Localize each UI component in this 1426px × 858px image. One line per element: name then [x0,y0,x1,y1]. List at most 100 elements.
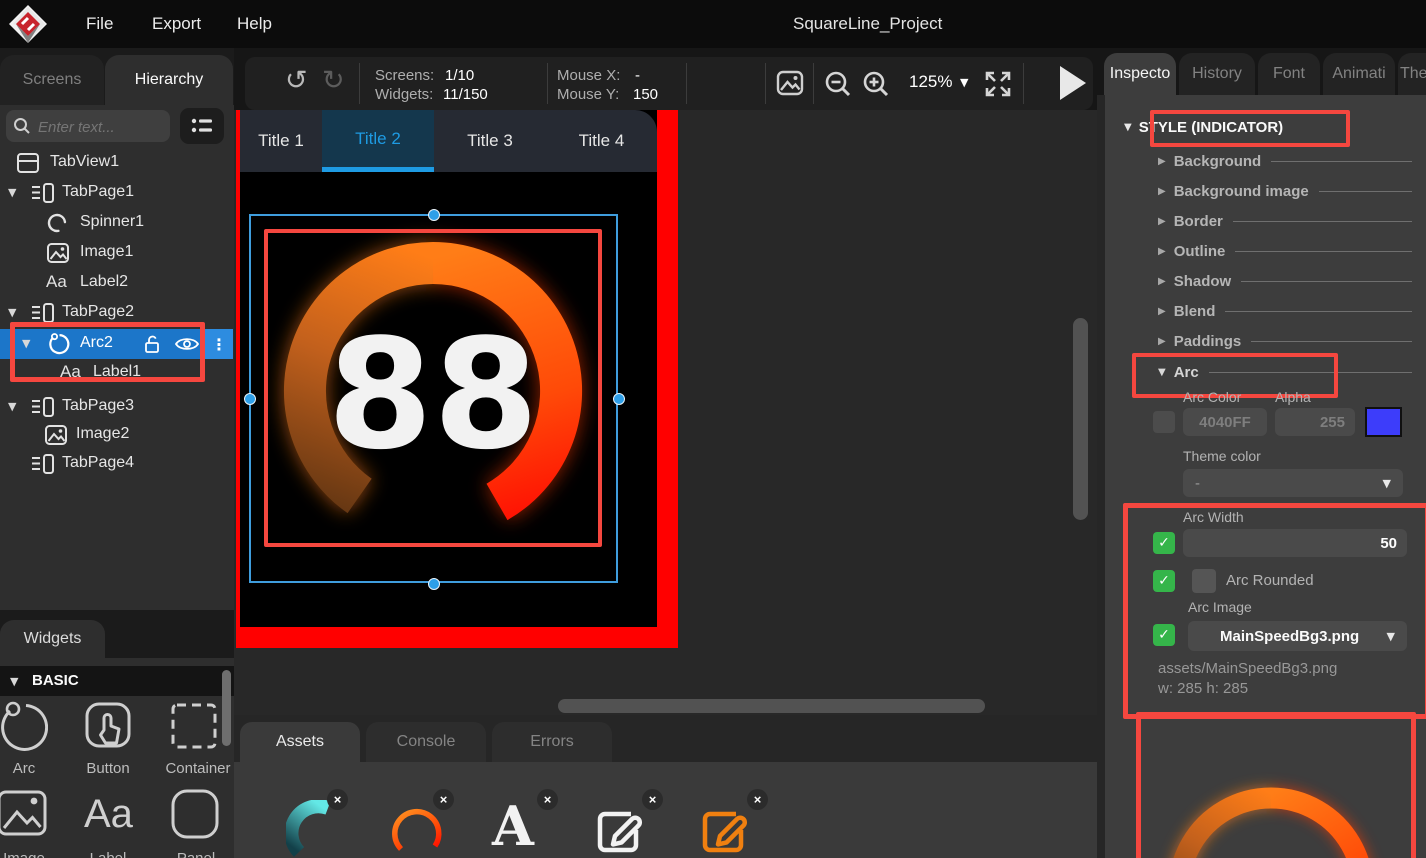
bottom-panel: Assets Console Errors × × A × [234,715,1097,858]
zoom-dropdown-icon[interactable]: ▼ [960,76,968,89]
section-background-image[interactable]: ▶ Background image [1158,181,1412,201]
tab-widgets[interactable]: Widgets [0,620,105,658]
canvas-tab-title2-active[interactable]: Title 2 [322,110,434,172]
canvas-vertical-scrollbar[interactable] [1073,318,1088,520]
asset-remove-button[interactable]: × [327,789,348,810]
selection-handle-top[interactable] [428,209,440,221]
canvas-tab-title4[interactable]: Title 4 [546,110,657,172]
row-options-button[interactable]: ⋮ [205,329,233,359]
tree-row-label2[interactable]: Aa Label2 [0,268,234,298]
container-widget-icon [170,702,218,752]
device-screen[interactable]: Title 1 Title 2 Title 3 Title 4 [236,110,678,648]
widget-arc[interactable]: Arc [0,698,75,780]
asset-thumb-edit-white[interactable] [591,800,649,858]
hierarchy-search[interactable] [6,110,170,142]
asset-thumb-letter-a[interactable]: A [492,794,534,858]
section-blend[interactable]: ▶ Blend [1158,301,1412,321]
arc-image-dropdown[interactable]: MainSpeedBg3.png ▼ [1188,621,1407,651]
asset-remove-button[interactable]: × [642,789,663,810]
widgets-section-basic[interactable]: ▼ BASIC [0,666,234,696]
expand-arrow-icon[interactable]: ▼ [8,306,16,319]
assets-content: × × A × × × [234,762,1097,858]
canvas-tab-title1[interactable]: Title 1 [240,110,322,172]
arc-widget-icon [0,700,48,756]
screenshot-icon[interactable] [776,70,804,96]
tree-row-label1[interactable]: Aa Label1 [0,359,234,385]
tree-row-tabpage1[interactable]: ▼ TabPage1 [0,178,234,208]
asset-thumb-edit-orange[interactable] [696,800,754,858]
tree-row-tabpage4[interactable]: TabPage4 [0,449,234,479]
unlock-icon[interactable] [142,334,162,354]
tree-row-image2[interactable]: Image2 [0,420,234,450]
tab-errors[interactable]: Errors [492,722,612,762]
expand-arrow-icon[interactable]: ▼ [8,400,16,413]
widget-image[interactable]: Image [0,786,75,858]
tree-row-tabpage2[interactable]: ▼ TabPage2 [0,298,234,328]
menu-file[interactable]: File [86,14,113,34]
tab-themes[interactable]: The [1398,53,1426,95]
tree-row-tabpage3[interactable]: ▼ TabPage3 [0,392,234,422]
asset-remove-button[interactable]: × [433,789,454,810]
chevron-down-icon: ▼ [1383,477,1391,490]
tab-hierarchy[interactable]: Hierarchy [105,55,233,105]
tree-row-image1[interactable]: Image1 [0,238,234,268]
selection-handle-bottom[interactable] [428,578,440,590]
arc-color-swatch[interactable] [1365,407,1402,437]
section-shadow[interactable]: ▶ Shadow [1158,271,1412,291]
widget-panel[interactable]: Panel [158,786,234,858]
section-arc[interactable]: ▼ Arc [1158,362,1412,382]
fit-screen-icon[interactable] [983,69,1013,99]
tab-console[interactable]: Console [366,722,486,762]
arc-width-label: Arc Width [1183,509,1244,525]
redo-icon[interactable]: ↻ [322,65,345,96]
arc-rounded-checkbox[interactable] [1192,569,1216,593]
tree-row-spinner1[interactable]: Spinner1 [0,208,234,238]
widget-label[interactable]: Aa Label [72,786,147,858]
tab-animations[interactable]: Animati [1323,53,1395,95]
theme-color-dropdown[interactable]: - ▼ [1183,469,1403,497]
expand-arrow-icon[interactable]: ▼ [8,186,16,199]
tab-history[interactable]: History [1179,53,1255,95]
asset-remove-button[interactable]: × [747,789,768,810]
section-paddings[interactable]: ▶ Paddings [1158,331,1412,351]
section-outline[interactable]: ▶ Outline [1158,241,1412,261]
canvas-horizontal-scrollbar[interactable] [558,699,985,713]
widget-button[interactable]: Button [72,698,147,780]
tab-inspector[interactable]: Inspecto [1104,53,1176,95]
selection-handle-left[interactable] [244,393,256,405]
zoom-level-value[interactable]: 125% [909,72,952,92]
widget-container[interactable]: Container [158,698,234,780]
arc-rounded-enable-checkbox[interactable]: ✓ [1153,570,1175,592]
expand-arrow-icon[interactable]: ▼ [22,337,30,350]
selection-rect[interactable] [249,214,618,583]
menu-help[interactable]: Help [237,14,272,34]
list-view-button[interactable] [180,108,224,144]
tree-row-arc2-selected[interactable]: ▼ Arc2 ⋮ [0,329,233,359]
zoom-in-icon[interactable] [861,69,891,99]
undo-icon[interactable]: ↺ [285,65,308,96]
search-input[interactable] [36,114,168,140]
style-indicator-header[interactable]: ▼ STYLE (INDICATOR) [1124,117,1414,137]
tab-font[interactable]: Font [1258,53,1320,95]
section-background[interactable]: ▶ Background [1158,151,1412,171]
asset-remove-button[interactable]: × [537,789,558,810]
tab-screens[interactable]: Screens [0,55,104,105]
arc-color-checkbox[interactable] [1153,411,1175,433]
zoom-out-icon[interactable] [823,69,853,99]
tree-row-tabview1[interactable]: TabView1 [0,148,234,178]
arc-image-checkbox[interactable]: ✓ [1153,624,1175,646]
canvas-tab-title3[interactable]: Title 3 [434,110,546,172]
eye-icon[interactable] [174,335,200,353]
selection-handle-right[interactable] [613,393,625,405]
arc-width-input[interactable]: 50 [1183,529,1407,557]
widgets-count-label: Widgets: [375,86,433,103]
arc-width-checkbox[interactable]: ✓ [1153,532,1175,554]
menu-export[interactable]: Export [152,14,201,34]
alpha-input[interactable]: 255 [1275,408,1355,436]
section-border[interactable]: ▶ Border [1158,211,1412,231]
asset-thumb-arc-ring[interactable] [389,802,449,858]
canvas-viewport[interactable]: Title 1 Title 2 Title 3 Title 4 [234,110,1097,715]
arc-color-input[interactable]: 4040FF [1183,408,1267,436]
play-button[interactable] [1060,66,1086,100]
tab-assets[interactable]: Assets [240,722,360,762]
